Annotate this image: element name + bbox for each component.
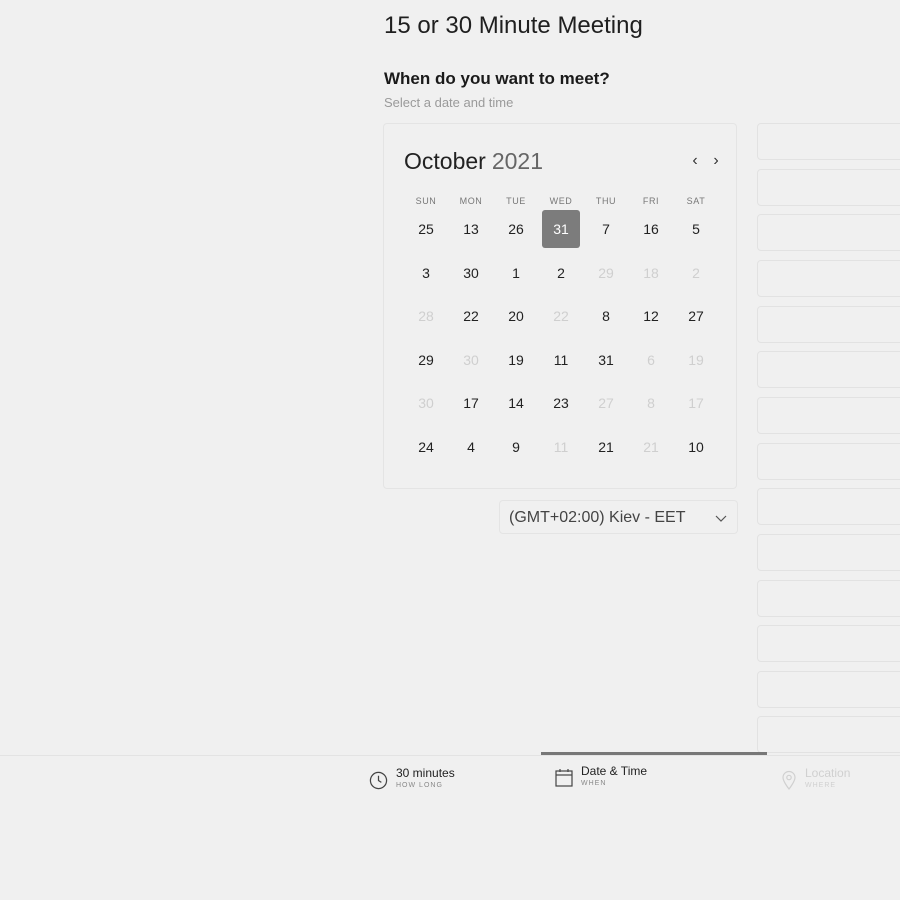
calendar-day: 29: [598, 264, 614, 281]
weekday-label: THU: [595, 196, 617, 206]
calendar-day[interactable]: 31: [587, 341, 625, 379]
calendar-day[interactable]: 9: [497, 428, 535, 466]
calendar-month: October: [404, 148, 486, 174]
calendar-day: 18: [643, 264, 659, 281]
calendar-day[interactable]: 20: [497, 297, 535, 335]
step-how-long[interactable]: 30 minutes HOW LONG: [369, 766, 455, 792]
calendar-day[interactable]: 21: [587, 428, 625, 466]
steps-divider: [0, 755, 900, 756]
calendar: October 2021 ‹ › SUN MON TUE WED THU FRI SAT 25…: [383, 123, 737, 489]
calendar-day[interactable]: 5: [677, 210, 715, 248]
step-when[interactable]: Date & Time WHEN: [555, 764, 647, 790]
calendar-day-selected[interactable]: 31: [542, 210, 580, 248]
calendar-day[interactable]: 30: [452, 254, 490, 292]
calendar-day: 11: [553, 439, 569, 455]
step-label: 30 minutes: [396, 766, 455, 780]
calendar-day[interactable]: 25: [407, 210, 445, 248]
timezone-value: (GMT+02:00) Kiev - EET: [509, 509, 686, 526]
calendar-day: 22: [553, 308, 569, 325]
time-slot[interactable]: [757, 169, 900, 206]
calendar-day[interactable]: 2: [542, 254, 580, 292]
weekday-label: TUE: [506, 196, 526, 206]
calendar-day[interactable]: 11: [542, 341, 580, 379]
when-question: When do you want to meet?: [384, 69, 610, 88]
calendar-day[interactable]: 24: [407, 428, 445, 466]
calendar-day: 17: [688, 395, 704, 412]
calendar-day[interactable]: 19: [497, 341, 535, 379]
calendar-year: 2021: [491, 148, 543, 174]
calendar-day: 2: [692, 264, 700, 281]
chevron-down-icon: [715, 501, 727, 548]
weekday-label: SAT: [686, 196, 706, 206]
calendar-day[interactable]: 4: [452, 428, 490, 466]
active-step-indicator: [541, 752, 767, 755]
calendar-day[interactable]: 7: [587, 210, 625, 248]
calendar-day: 8: [647, 395, 655, 412]
weekday-label: FRI: [642, 196, 660, 206]
step-sublabel: WHERE: [805, 782, 837, 789]
calendar-day[interactable]: 1: [497, 254, 535, 292]
time-slot[interactable]: [757, 443, 900, 480]
previous-month-button[interactable]: ‹: [686, 152, 704, 170]
time-slot[interactable]: [757, 351, 900, 388]
time-slot[interactable]: [757, 306, 900, 343]
timezone-select[interactable]: (GMT+02:00) Kiev - EET: [499, 500, 738, 534]
time-slot[interactable]: [757, 671, 900, 708]
calendar-day[interactable]: 22: [452, 297, 490, 335]
calendar-day[interactable]: 3: [407, 254, 445, 292]
time-slot[interactable]: [757, 534, 900, 571]
calendar-day[interactable]: 16: [632, 210, 670, 248]
calendar-day[interactable]: 29: [407, 341, 445, 379]
calendar-day: 19: [688, 351, 704, 368]
time-slot[interactable]: [757, 625, 900, 662]
step-sublabel: HOW LONG: [396, 782, 443, 789]
step-label: Location: [805, 766, 851, 780]
calendar-day: 30: [463, 351, 479, 368]
step-sublabel: WHEN: [581, 780, 607, 787]
calendar-day[interactable]: 8: [587, 297, 625, 335]
calendar-day[interactable]: 12: [632, 297, 670, 335]
time-slot[interactable]: [757, 716, 900, 753]
time-slot[interactable]: [757, 260, 900, 297]
calendar-day: 27: [598, 395, 614, 412]
time-slot[interactable]: [757, 123, 900, 160]
weekday-label: MON: [459, 196, 483, 206]
calendar-header: October 2021: [404, 148, 543, 175]
calendar-day[interactable]: 10: [677, 428, 715, 466]
time-slot[interactable]: [757, 397, 900, 434]
calendar-day[interactable]: 17: [452, 384, 490, 422]
calendar-day[interactable]: 13: [452, 210, 490, 248]
weekday-label: SUN: [415, 196, 437, 206]
calendar-day[interactable]: 26: [497, 210, 535, 248]
calendar-day[interactable]: 23: [542, 384, 580, 422]
time-slot[interactable]: [757, 580, 900, 617]
weekday-label: WED: [549, 196, 573, 206]
page-title: 15 or 30 Minute Meeting: [384, 12, 643, 39]
next-month-button[interactable]: ›: [707, 152, 725, 170]
step-label: Date & Time: [581, 764, 648, 778]
time-slot[interactable]: [757, 214, 900, 251]
step-where: Location WHERE: [781, 766, 850, 792]
calendar-day[interactable]: 14: [497, 384, 535, 422]
location-pin-icon: [781, 766, 797, 790]
calendar-day: 30: [418, 395, 434, 412]
calendar-icon: [555, 764, 573, 788]
calendar-day: 6: [647, 351, 655, 368]
time-slot[interactable]: [757, 488, 900, 525]
when-subtitle: Select a date and time: [384, 95, 514, 110]
calendar-day: 21: [643, 439, 659, 455]
calendar-day: 28: [418, 308, 434, 325]
clock-icon: [369, 766, 388, 790]
calendar-day[interactable]: 27: [677, 297, 715, 335]
